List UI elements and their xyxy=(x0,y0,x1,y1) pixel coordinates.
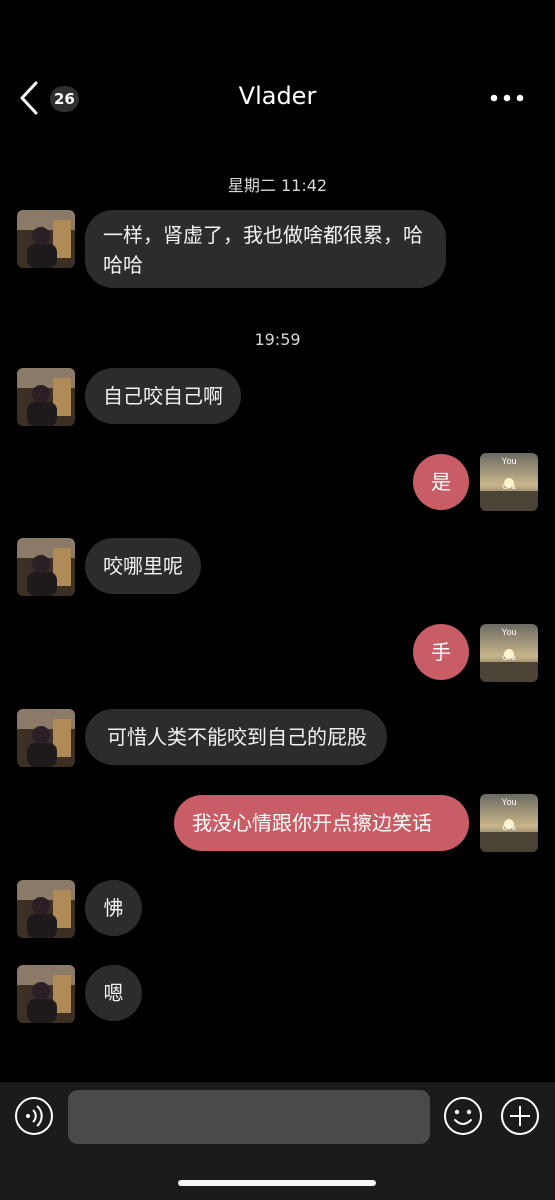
contact-avatar[interactable] xyxy=(17,965,75,1023)
message-bubble-incoming[interactable]: 嗯 xyxy=(85,965,142,1021)
svg-text:You: You xyxy=(501,797,516,807)
self-avatar[interactable]: You Of a xyxy=(480,453,538,511)
self-avatar[interactable]: You Of a xyxy=(480,624,538,682)
plus-icon[interactable] xyxy=(500,1096,540,1136)
more-horizontal-icon[interactable] xyxy=(489,85,525,111)
message-bubble-incoming[interactable]: 可惜人类不能咬到自己的屁股 xyxy=(85,709,387,765)
svg-text:Of a: Of a xyxy=(502,655,515,662)
chat-header: 26 Vlader xyxy=(0,0,555,140)
contact-avatar[interactable] xyxy=(17,368,75,426)
message-bubble-incoming[interactable]: 怫 xyxy=(85,880,142,936)
contact-avatar[interactable] xyxy=(17,210,75,268)
message-bubble-incoming[interactable]: 咬哪里呢 xyxy=(85,538,201,594)
timestamp: 星期二 11:42 xyxy=(227,176,328,195)
input-bar xyxy=(0,1082,555,1200)
message-bubble-incoming[interactable]: 自己咬自己啊 xyxy=(85,368,241,424)
svg-text:Of a: Of a xyxy=(502,484,515,491)
svg-text:You: You xyxy=(501,456,516,466)
contact-avatar[interactable] xyxy=(17,880,75,938)
message-bubble-outgoing[interactable]: 我没心情跟你开点擦边笑话 xyxy=(174,795,469,851)
message-bubble-outgoing[interactable]: 手 xyxy=(413,624,469,680)
chat-title: Vlader xyxy=(238,82,317,110)
self-avatar[interactable]: You Of a xyxy=(480,794,538,852)
contact-avatar[interactable] xyxy=(17,709,75,767)
home-indicator xyxy=(178,1180,376,1186)
message-bubble-outgoing[interactable]: 是 xyxy=(413,454,469,510)
message-bubble-incoming[interactable]: 一样，肾虚了，我也做啥都很累，哈哈哈 xyxy=(85,210,446,288)
svg-text:Of a: Of a xyxy=(502,825,515,832)
emoji-icon[interactable] xyxy=(443,1096,483,1136)
svg-text:You: You xyxy=(501,627,516,637)
contact-avatar[interactable] xyxy=(17,538,75,596)
timestamp: 19:59 xyxy=(254,330,301,349)
message-input[interactable] xyxy=(68,1090,430,1144)
voice-icon[interactable] xyxy=(14,1096,54,1136)
